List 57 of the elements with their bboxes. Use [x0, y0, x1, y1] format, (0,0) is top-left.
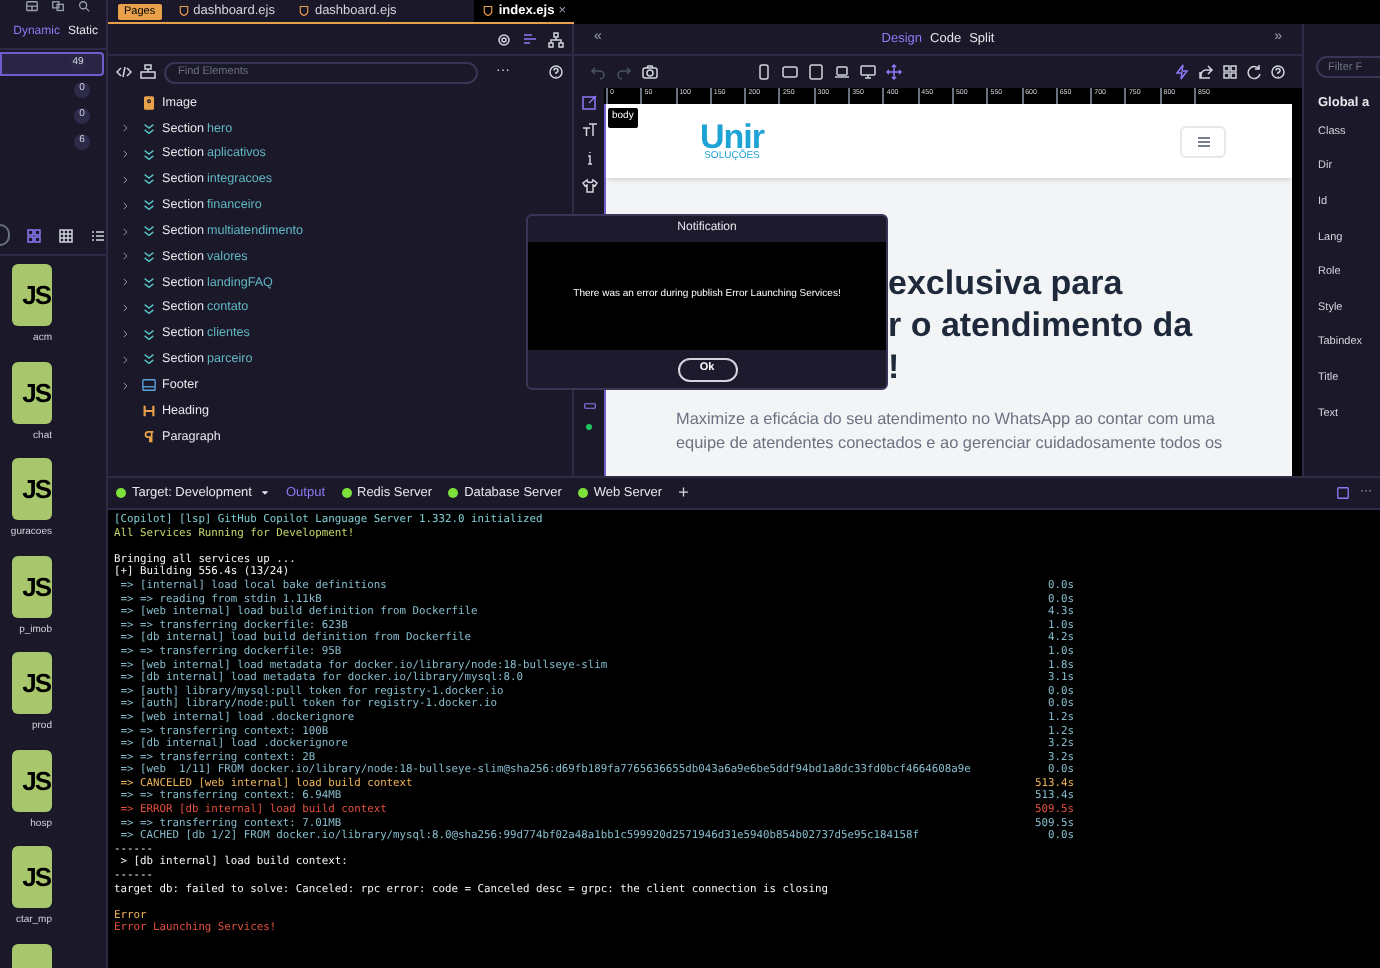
chevrons-down-icon [142, 249, 156, 264]
text-size-icon[interactable] [581, 122, 597, 138]
menu-button[interactable] [1180, 125, 1226, 157]
shirt-icon[interactable] [581, 178, 597, 194]
js-file-icon[interactable]: JS [12, 555, 52, 617]
image-icon [142, 95, 156, 110]
file-icon [482, 4, 495, 18]
paragraph-icon [142, 429, 156, 444]
code-icon[interactable] [116, 64, 132, 80]
grid-view-icon[interactable] [26, 227, 42, 243]
bolt-icon[interactable] [1174, 64, 1190, 80]
js-file-icon[interactable]: JS [12, 846, 52, 908]
list-view-icon[interactable] [90, 227, 106, 243]
chevrons-down-icon [142, 352, 156, 367]
table-view-icon[interactable] [58, 227, 74, 243]
help-icon[interactable] [548, 64, 564, 80]
layout-icon[interactable] [24, 0, 40, 14]
heading-icon [142, 404, 156, 419]
hero-paragraph: Maximize a eficácia do seu atendimento no WhatsApp ao contar com uma equipe de atendentes conectados e ao gerenciar cuidadosamente todos os [674, 408, 1225, 456]
js-file-icon[interactable]: JS [12, 749, 52, 811]
chevrons-down-icon [142, 172, 156, 187]
chevrons-down-icon [142, 121, 156, 136]
share-icon[interactable] [1198, 64, 1214, 80]
footer-icon [142, 378, 156, 393]
windows-icon[interactable] [50, 0, 66, 14]
add-button[interactable]: + [678, 479, 689, 507]
refresh-icon[interactable] [1246, 64, 1262, 80]
grid-icon[interactable] [1222, 64, 1238, 80]
phone-icon[interactable] [756, 64, 772, 80]
chevrons-down-icon [142, 147, 156, 162]
help-icon[interactable] [1270, 64, 1286, 80]
chevrons-down-icon [142, 301, 156, 316]
js-file-icon[interactable]: JS [12, 458, 52, 520]
edit-icon[interactable] [581, 94, 597, 110]
laptop-icon[interactable] [834, 64, 850, 80]
caret-down-icon [259, 488, 270, 498]
rectangle-icon[interactable] [581, 400, 597, 412]
chevrons-down-icon [142, 275, 156, 290]
hero-heading: exclusiva para r o atendimento da ! [888, 262, 1193, 388]
component-icon[interactable] [140, 64, 156, 80]
chevrons-down-icon [142, 198, 156, 213]
js-file-icon[interactable]: JS [12, 652, 52, 714]
menu-icon [1193, 133, 1213, 149]
js-file-icon[interactable]: JS [12, 361, 52, 423]
move-icon[interactable] [886, 64, 902, 80]
camera-icon[interactable] [642, 64, 658, 80]
sitemap-icon[interactable] [548, 31, 564, 47]
file-icon[interactable] [12, 943, 52, 968]
square-icon[interactable] [1336, 486, 1350, 500]
tablet-icon[interactable] [808, 64, 824, 80]
tablet-landscape-icon[interactable] [782, 64, 798, 80]
chevrons-down-icon [142, 327, 156, 342]
chevrons-down-icon [142, 224, 156, 239]
desktop-icon[interactable] [860, 64, 876, 80]
search-icon[interactable] [76, 0, 92, 14]
scrollbar[interactable] [1292, 104, 1302, 476]
js-file-icon[interactable]: JS [12, 264, 52, 326]
